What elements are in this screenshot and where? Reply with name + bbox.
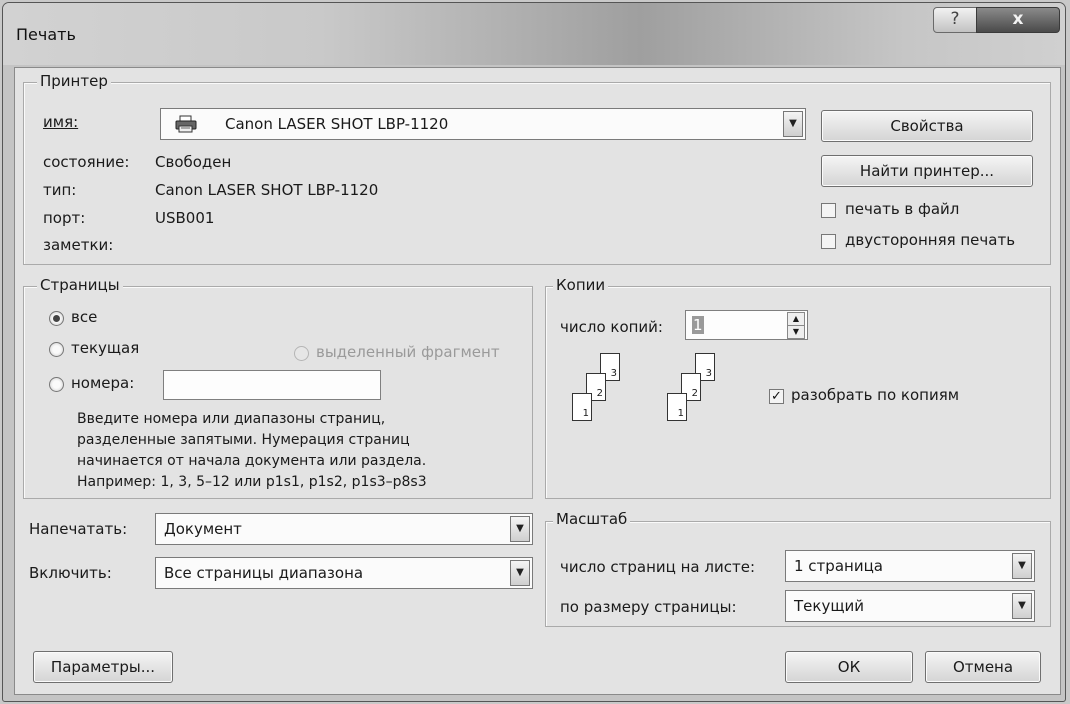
type-value: Canon LASER SHOT LBP-1120 — [155, 181, 379, 199]
collate-stack-1: 3 2 1 — [560, 353, 650, 443]
zoom-group-title: Масштаб — [553, 510, 631, 528]
chevron-down-icon[interactable]: ▼ — [783, 111, 803, 137]
collate-checkbox[interactable]: ✓ — [769, 389, 784, 404]
find-printer-button[interactable]: Найти принтер... — [821, 155, 1033, 187]
notes-label: заметки: — [43, 236, 114, 254]
scale-select[interactable]: Текущий ▼ — [785, 590, 1035, 622]
duplex-label[interactable]: двусторонняя печать — [845, 231, 1015, 249]
options-button[interactable]: Параметры... — [33, 651, 173, 683]
pages-per-sheet-label: число страниц на листе: — [560, 558, 755, 576]
port-label: порт: — [43, 209, 86, 227]
printer-group-title: Принтер — [37, 72, 111, 90]
pages-per-sheet-value: 1 страница — [794, 557, 883, 575]
printer-name-label-text: имя: — [43, 113, 79, 131]
type-label: тип: — [43, 181, 77, 199]
include-label: Включить: — [29, 564, 112, 582]
pages-hint-line-4: Например: 1, 3, 5–12 или p1s1, p1s2, p1s… — [77, 474, 427, 490]
copies-count-spinner[interactable]: 1 ▲ ▼ — [685, 310, 808, 340]
scale-label: по размеру страницы: — [560, 598, 737, 616]
dialog-body: Принтер имя: Canon LASER SHOT LBP-1120 ▼… — [14, 67, 1061, 695]
printer-icon — [175, 115, 197, 133]
status-label: состояние: — [43, 153, 130, 171]
print-what-value: Документ — [164, 520, 242, 538]
cancel-button-label: Отмена — [952, 658, 1014, 676]
duplex-checkbox[interactable] — [821, 234, 836, 249]
spin-down-icon[interactable]: ▼ — [787, 325, 805, 339]
help-button[interactable]: ? — [933, 7, 977, 33]
pages-group-title: Страницы — [37, 276, 123, 294]
print-what-select[interactable]: Документ ▼ — [155, 513, 533, 545]
ok-button-label: ОК — [837, 658, 861, 676]
title-bar[interactable]: Печать ? x — [3, 3, 1065, 65]
pages-numbers-label[interactable]: номера: — [71, 374, 134, 392]
pages-per-sheet-select[interactable]: 1 страница ▼ — [785, 550, 1035, 582]
pages-hint-line-1: Введите номера или диапазоны страниц, — [77, 411, 386, 427]
close-button[interactable]: x — [976, 7, 1060, 33]
properties-button[interactable]: Свойства — [821, 110, 1033, 142]
printer-name-value: Canon LASER SHOT LBP-1120 — [225, 115, 449, 133]
cancel-button[interactable]: Отмена — [925, 651, 1041, 683]
port-value: USB001 — [155, 209, 215, 227]
spin-up-icon[interactable]: ▲ — [787, 312, 805, 326]
include-select[interactable]: Все страницы диапазона ▼ — [155, 557, 533, 589]
printer-name-label: имя: — [43, 113, 78, 131]
copies-count-value[interactable]: 1 — [692, 316, 704, 334]
pages-hint-line-2: разделенные запятыми. Нумерация страниц — [77, 432, 410, 448]
chevron-down-icon[interactable]: ▼ — [1012, 553, 1032, 579]
pages-selection-label[interactable]: выделенный фрагмент — [316, 343, 500, 361]
status-value: Свободен — [155, 153, 232, 171]
pages-selection-radio[interactable] — [294, 346, 309, 361]
window-title: Печать — [16, 25, 76, 44]
pages-numbers-radio[interactable] — [49, 377, 64, 392]
pages-current-label[interactable]: текущая — [71, 339, 139, 357]
ok-button[interactable]: ОК — [785, 651, 913, 683]
collate-label[interactable]: разобрать по копиям — [791, 386, 959, 404]
pages-current-radio[interactable] — [49, 342, 64, 357]
chevron-down-icon[interactable]: ▼ — [1012, 593, 1032, 619]
page-icon: 1 — [667, 393, 687, 421]
print-to-file-label[interactable]: печать в файл — [845, 200, 959, 218]
printer-name-select[interactable]: Canon LASER SHOT LBP-1120 ▼ — [160, 108, 806, 140]
properties-button-label: Свойства — [890, 117, 964, 135]
page-icon: 1 — [572, 393, 592, 421]
chevron-down-icon[interactable]: ▼ — [510, 516, 530, 542]
scale-value: Текущий — [794, 597, 864, 615]
copies-group-title: Копии — [553, 276, 609, 294]
include-value: Все страницы диапазона — [164, 564, 364, 582]
pages-all-radio[interactable] — [49, 311, 64, 326]
pages-all-label[interactable]: все — [71, 308, 97, 326]
find-printer-button-label: Найти принтер... — [859, 162, 995, 180]
chevron-down-icon[interactable]: ▼ — [510, 560, 530, 586]
pages-numbers-input[interactable] — [163, 370, 381, 400]
print-dialog: Печать ? x Принтер имя: Canon LASER SHOT… — [2, 2, 1066, 702]
print-what-label: Напечатать: — [29, 520, 128, 538]
print-to-file-checkbox[interactable] — [821, 203, 836, 218]
options-button-label: Параметры... — [50, 658, 156, 676]
collate-stack-2: 3 2 1 — [655, 353, 745, 443]
pages-hint-line-3: начинается от начала документа или разде… — [77, 453, 427, 469]
copies-count-label: число копий: — [560, 318, 663, 336]
